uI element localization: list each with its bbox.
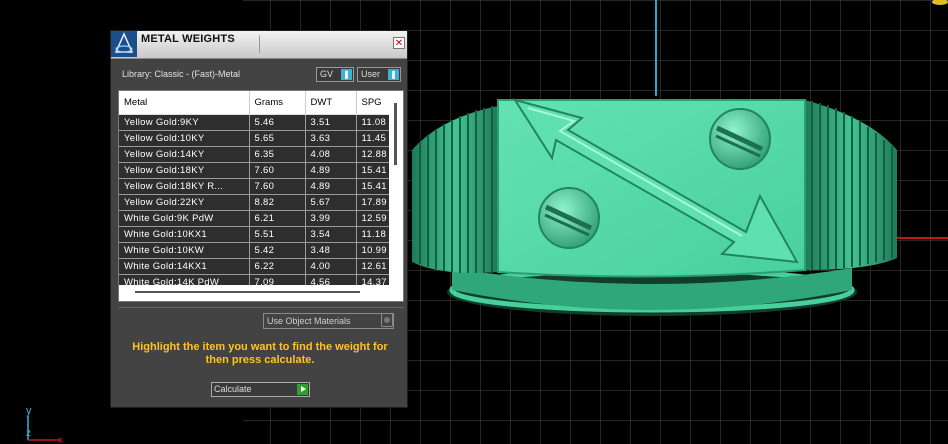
toggle-indicator-icon: ❚ bbox=[388, 69, 399, 80]
screw-bottom-left bbox=[538, 187, 600, 249]
metal-cell: White Gold:10KX1 bbox=[119, 226, 250, 243]
dwt-cell: 3.63 bbox=[305, 130, 357, 147]
table-row[interactable]: White Gold:10KW 5.42 3.48 10.99 bbox=[119, 242, 403, 259]
grams-cell: 6.22 bbox=[249, 258, 306, 275]
metal-cell: Yellow Gold:9KY bbox=[119, 114, 250, 131]
user-toggle[interactable]: User ❚ bbox=[357, 67, 401, 82]
table-row[interactable]: White Gold:10KX1 5.51 3.54 11.18 bbox=[119, 226, 403, 243]
table-row[interactable]: Yellow Gold:18KY R... 7.60 4.89 15.41 bbox=[119, 178, 403, 195]
column-header-grams[interactable]: Grams bbox=[249, 91, 306, 115]
metal-cell: Yellow Gold:14KY bbox=[119, 146, 250, 163]
metal-cell: Yellow Gold:18KY bbox=[119, 162, 250, 179]
ring-model[interactable] bbox=[412, 98, 897, 316]
column-header-metal[interactable]: Metal bbox=[119, 91, 250, 115]
table-row[interactable]: White Gold:14KX1 6.22 4.00 12.61 bbox=[119, 258, 403, 275]
metal-cell: Yellow Gold:10KY bbox=[119, 130, 250, 147]
calculate-button[interactable]: Calculate bbox=[211, 382, 310, 397]
metal-table[interactable]: Metal Grams DWT SPG Yellow Gold:9KY 5.46 3… bbox=[118, 90, 404, 302]
table-row[interactable]: Yellow Gold:18KY 7.60 4.89 15.41 bbox=[119, 162, 403, 179]
calculate-label: Calculate bbox=[214, 384, 252, 394]
screw-top-right bbox=[709, 108, 771, 170]
table-vertical-scrollbar[interactable] bbox=[389, 91, 403, 287]
table-horizontal-scrollbar[interactable] bbox=[119, 285, 403, 301]
dwt-cell: 4.00 bbox=[305, 258, 357, 275]
metal-cell: White Gold:9K PdW bbox=[119, 210, 250, 227]
table-header: Metal Grams DWT SPG bbox=[119, 91, 403, 115]
panel-title-bar[interactable]: METAL WEIGHTS ✕ bbox=[111, 31, 407, 59]
app-logo-icon bbox=[111, 31, 137, 57]
gv-toggle-label: GV bbox=[320, 69, 334, 79]
use-object-materials-label: Use Object Materials bbox=[267, 316, 351, 326]
panel-title: METAL WEIGHTS bbox=[141, 33, 235, 45]
grams-cell: 5.65 bbox=[249, 130, 306, 147]
dwt-cell: 3.54 bbox=[305, 226, 357, 243]
axis-label-z: z bbox=[26, 428, 31, 439]
dwt-cell: 3.99 bbox=[305, 210, 357, 227]
metal-cell: Yellow Gold:18KY R... bbox=[119, 178, 250, 195]
metal-weights-panel: METAL WEIGHTS ✕ Library: Classic - (Fast… bbox=[110, 30, 408, 408]
use-object-materials-radio[interactable] bbox=[381, 313, 393, 327]
gv-toggle[interactable]: GV ❚ bbox=[316, 67, 354, 82]
metal-cell: White Gold:14KX1 bbox=[119, 258, 250, 275]
metal-cell: White Gold:10KW bbox=[119, 242, 250, 259]
grams-cell: 7.60 bbox=[249, 162, 306, 179]
metal-cell: Yellow Gold:22KY bbox=[119, 194, 250, 211]
dwt-cell: 4.08 bbox=[305, 146, 357, 163]
scrollbar-thumb[interactable] bbox=[135, 291, 360, 293]
scrollbar-thumb[interactable] bbox=[394, 103, 397, 165]
grams-cell: 6.21 bbox=[249, 210, 306, 227]
grams-cell: 5.51 bbox=[249, 226, 306, 243]
axis-gizmo: y z x bbox=[26, 405, 63, 444]
dwt-cell: 5.67 bbox=[305, 194, 357, 211]
grams-cell: 8.82 bbox=[249, 194, 306, 211]
column-header-dwt[interactable]: DWT bbox=[305, 91, 357, 115]
table-row[interactable]: Yellow Gold:9KY 5.46 3.51 11.08 bbox=[119, 114, 403, 131]
grams-cell: 5.46 bbox=[249, 114, 306, 131]
table-row[interactable]: Yellow Gold:22KY 8.82 5.67 17.89 bbox=[119, 194, 403, 211]
grams-cell: 7.60 bbox=[249, 178, 306, 195]
close-icon[interactable]: ✕ bbox=[393, 37, 405, 49]
table-row[interactable]: White Gold:9K PdW 6.21 3.99 12.59 bbox=[119, 210, 403, 227]
grams-cell: 6.35 bbox=[249, 146, 306, 163]
axis-label-x: x bbox=[58, 435, 63, 444]
dwt-cell: 4.89 bbox=[305, 162, 357, 179]
table-row[interactable]: Yellow Gold:10KY 5.65 3.63 11.45 bbox=[119, 130, 403, 147]
dwt-cell: 3.51 bbox=[305, 114, 357, 131]
play-icon bbox=[297, 384, 308, 395]
panel-divider bbox=[118, 307, 404, 308]
toggle-indicator-icon: ❚ bbox=[341, 69, 352, 80]
library-label: Library: Classic - (Fast)-Metal bbox=[122, 69, 241, 79]
dwt-cell: 4.89 bbox=[305, 178, 357, 195]
title-separator bbox=[259, 35, 260, 53]
axis-label-y: y bbox=[26, 405, 32, 417]
instruction-text: Highlight the item you want to find the … bbox=[132, 341, 388, 366]
table-row[interactable]: Yellow Gold:14KY 6.35 4.08 12.88 bbox=[119, 146, 403, 163]
grams-cell: 5.42 bbox=[249, 242, 306, 259]
user-toggle-label: User bbox=[361, 69, 381, 79]
use-object-materials-option[interactable]: Use Object Materials bbox=[263, 313, 394, 329]
dwt-cell: 3.48 bbox=[305, 242, 357, 259]
